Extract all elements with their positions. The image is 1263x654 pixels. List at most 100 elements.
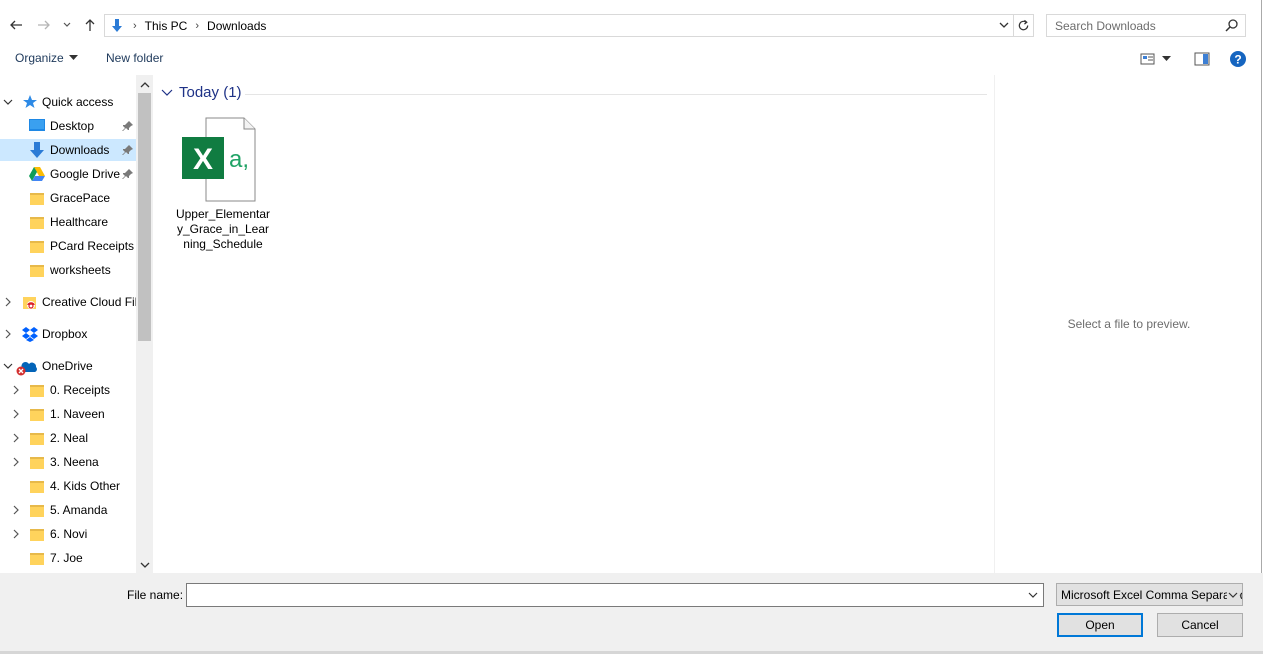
pin-icon — [122, 169, 133, 179]
tree-item-label: 3. Neena — [50, 455, 99, 469]
tree-item-label: Downloads — [50, 143, 110, 157]
tree-item-label: OneDrive — [42, 359, 93, 373]
address-history-dropdown[interactable] — [997, 18, 1011, 32]
tree-item-label: 4. Kids Other — [50, 479, 121, 493]
file-name-input[interactable] — [187, 584, 1017, 606]
tree-item-label: Healthcare — [50, 215, 109, 229]
pin-icon — [122, 121, 133, 131]
command-toolbar: Organize New folder ? — [0, 43, 1263, 75]
tree-item-label: PCard Receipts — [50, 239, 135, 253]
refresh-button[interactable] — [1013, 15, 1033, 36]
folder-icon — [30, 241, 44, 253]
expand-chevron-icon[interactable] — [11, 529, 21, 539]
onedrive-icon — [16, 361, 37, 376]
tree-item-3-neena[interactable]: 3. Neena — [0, 451, 136, 473]
chevron-down-icon — [63, 22, 71, 27]
breadcrumb-this-pc[interactable]: This PC — [145, 19, 188, 33]
tree-item-label: Dropbox — [42, 327, 88, 341]
tree-item-label: worksheets — [50, 263, 111, 277]
tree-item-google-drive[interactable]: Google Drive — [0, 163, 136, 185]
view-icon — [1140, 53, 1155, 65]
new-folder-button[interactable]: New folder — [106, 51, 163, 65]
tree-item-creative-cloud[interactable]: Creative Cloud Fil — [0, 291, 138, 313]
tree-item-dropbox[interactable]: Dropbox — [0, 323, 136, 345]
preview-pane-toggle[interactable] — [1191, 49, 1213, 69]
forward-button[interactable] — [35, 16, 53, 34]
recent-locations-button[interactable] — [60, 16, 74, 34]
organize-menu-button[interactable]: Organize — [15, 51, 78, 65]
nav-pane-scrollbar[interactable] — [136, 75, 153, 573]
search-icon[interactable] — [1225, 18, 1239, 32]
tree-item-label: 0. Receipts — [50, 383, 111, 397]
tree-item-7-joe[interactable]: 7. Joe — [0, 547, 136, 569]
file-item[interactable]: X a, Upper_Elementary_Grace_in_Learning_… — [175, 113, 271, 263]
tree-item-label: 1. Naveen — [50, 407, 105, 421]
address-bar[interactable]: › This PC › Downloads — [104, 14, 1034, 37]
search-box[interactable] — [1046, 14, 1246, 37]
expand-chevron-icon[interactable] — [3, 297, 13, 307]
tree-item-0-receipts[interactable]: 0. Receipts — [0, 379, 136, 401]
group-header-label: Today (1) — [179, 84, 242, 101]
tree-item-1-naveen[interactable]: 1. Naveen — [0, 403, 136, 425]
scroll-thumb[interactable] — [138, 93, 151, 341]
tree-item-label: GracePace — [50, 191, 111, 205]
folder-icon — [30, 457, 44, 469]
download-arrow-icon — [112, 18, 122, 32]
group-header-today[interactable]: Today (1) — [161, 84, 242, 101]
tree-item-label: 7. Joe — [50, 551, 83, 565]
tree-item-healthcare[interactable]: Healthcare — [0, 211, 136, 233]
scroll-up-arrow-icon[interactable] — [139, 79, 150, 90]
tree-item-4-kids-other[interactable]: 4. Kids Other — [0, 475, 136, 497]
expand-chevron-icon[interactable] — [11, 433, 21, 443]
open-button[interactable]: Open — [1057, 613, 1143, 637]
chevron-down-icon[interactable] — [1027, 589, 1039, 601]
dialog-footer: File name: Microsoft Excel Comma Separat… — [0, 573, 1263, 654]
folder-icon — [30, 193, 44, 205]
change-view-button[interactable] — [1137, 49, 1159, 69]
view-options-dropdown[interactable] — [1158, 49, 1174, 69]
expand-chevron-icon[interactable] — [11, 409, 21, 419]
tree-item-quick-access[interactable]: Quick access — [0, 91, 136, 113]
breadcrumb-separator: › — [133, 19, 137, 32]
collapse-chevron-icon[interactable] — [3, 97, 13, 107]
group-divider — [245, 94, 987, 95]
tree-item-downloads[interactable]: Downloads — [0, 139, 136, 161]
cancel-button[interactable]: Cancel — [1157, 613, 1243, 637]
search-input[interactable] — [1047, 15, 1217, 36]
tree-item-gracepace[interactable]: GracePace — [0, 187, 136, 209]
chevron-down-icon — [999, 22, 1009, 28]
tree-item-5-amanda[interactable]: 5. Amanda — [0, 499, 136, 521]
excel-csv-file-icon: X a, — [182, 117, 256, 202]
expand-chevron-icon[interactable] — [11, 385, 21, 395]
tree-item-label: Creative Cloud Fil — [42, 295, 138, 309]
pin-icon — [122, 145, 133, 155]
expand-chevron-icon[interactable] — [3, 329, 13, 339]
svg-text:?: ? — [1234, 53, 1241, 67]
up-button[interactable] — [81, 16, 99, 34]
file-type-value: Microsoft Excel Comma Separated Values F… — [1061, 587, 1243, 602]
tree-item-worksheets[interactable]: worksheets — [0, 259, 136, 281]
breadcrumb-downloads[interactable]: Downloads — [207, 19, 266, 33]
navigation-pane: Quick access Desktop Downloads Google Dr… — [0, 75, 153, 573]
tree-item-2-neal[interactable]: 2. Neal — [0, 427, 136, 449]
tree-item-desktop[interactable]: Desktop — [0, 115, 136, 137]
tree-item-onedrive[interactable]: OneDrive — [0, 355, 136, 377]
file-type-select[interactable]: Microsoft Excel Comma Separated Values F… — [1056, 583, 1243, 606]
collapse-chevron-icon[interactable] — [3, 361, 13, 371]
back-button[interactable] — [7, 16, 25, 34]
dropdown-triangle-icon — [68, 55, 78, 60]
help-icon: ? — [1230, 51, 1246, 67]
folder-icon — [30, 217, 44, 229]
expand-chevron-icon[interactable] — [11, 457, 21, 467]
tree-item-label: 2. Neal — [50, 431, 89, 445]
tree-item-pcard-receipts[interactable]: PCard Receipts — [0, 235, 136, 257]
folder-icon — [30, 553, 44, 565]
scroll-down-arrow-icon[interactable] — [139, 559, 150, 570]
file-name-combobox[interactable] — [186, 583, 1044, 607]
tree-item-6-novi[interactable]: 6. Novi — [0, 523, 136, 545]
forward-arrow-icon — [38, 20, 50, 30]
help-button[interactable]: ? — [1227, 49, 1249, 69]
expand-chevron-icon[interactable] — [11, 505, 21, 515]
creative-cloud-icon — [23, 297, 36, 309]
star-icon — [23, 95, 37, 108]
